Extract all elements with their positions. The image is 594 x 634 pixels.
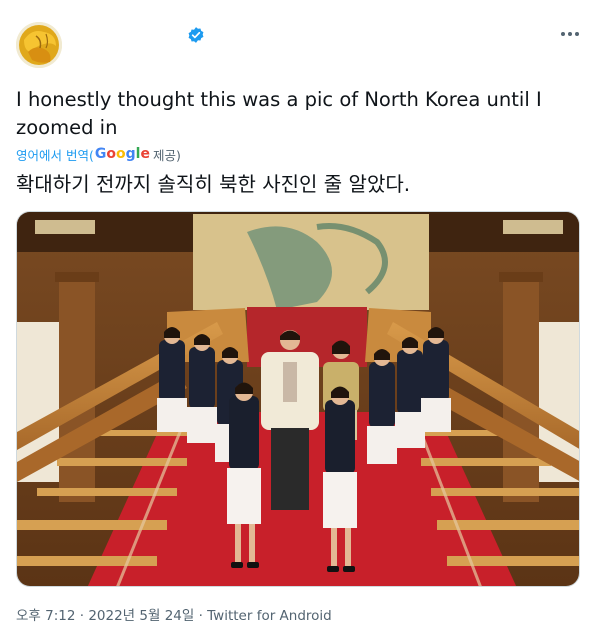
verified-badge-icon: [187, 26, 205, 44]
translation-attribution[interactable]: 영어에서 번역( Google 제공): [16, 144, 181, 164]
tweet-photo[interactable]: [16, 211, 580, 587]
tweet-metadata[interactable]: 오후 7:12 · 2022년 5월 24일 · Twitter for And…: [16, 604, 332, 624]
avatar[interactable]: [16, 22, 62, 68]
translate-label: 영어에서 번역(: [16, 147, 94, 163]
staircase-group-photo: [17, 212, 579, 586]
more-dots-icon[interactable]: [556, 22, 586, 46]
translated-text: 확대하기 전까지 솔직히 북한 사진인 줄 알았다.: [16, 172, 411, 196]
translate-suffix: 제공): [152, 147, 181, 163]
google-logo: Google: [94, 146, 150, 162]
tweet-card: I honestly thought this was a pic of Nor…: [0, 0, 594, 634]
tweet-text: I honestly thought this was a pic of Nor…: [16, 88, 542, 139]
avatar-image: [16, 22, 62, 68]
